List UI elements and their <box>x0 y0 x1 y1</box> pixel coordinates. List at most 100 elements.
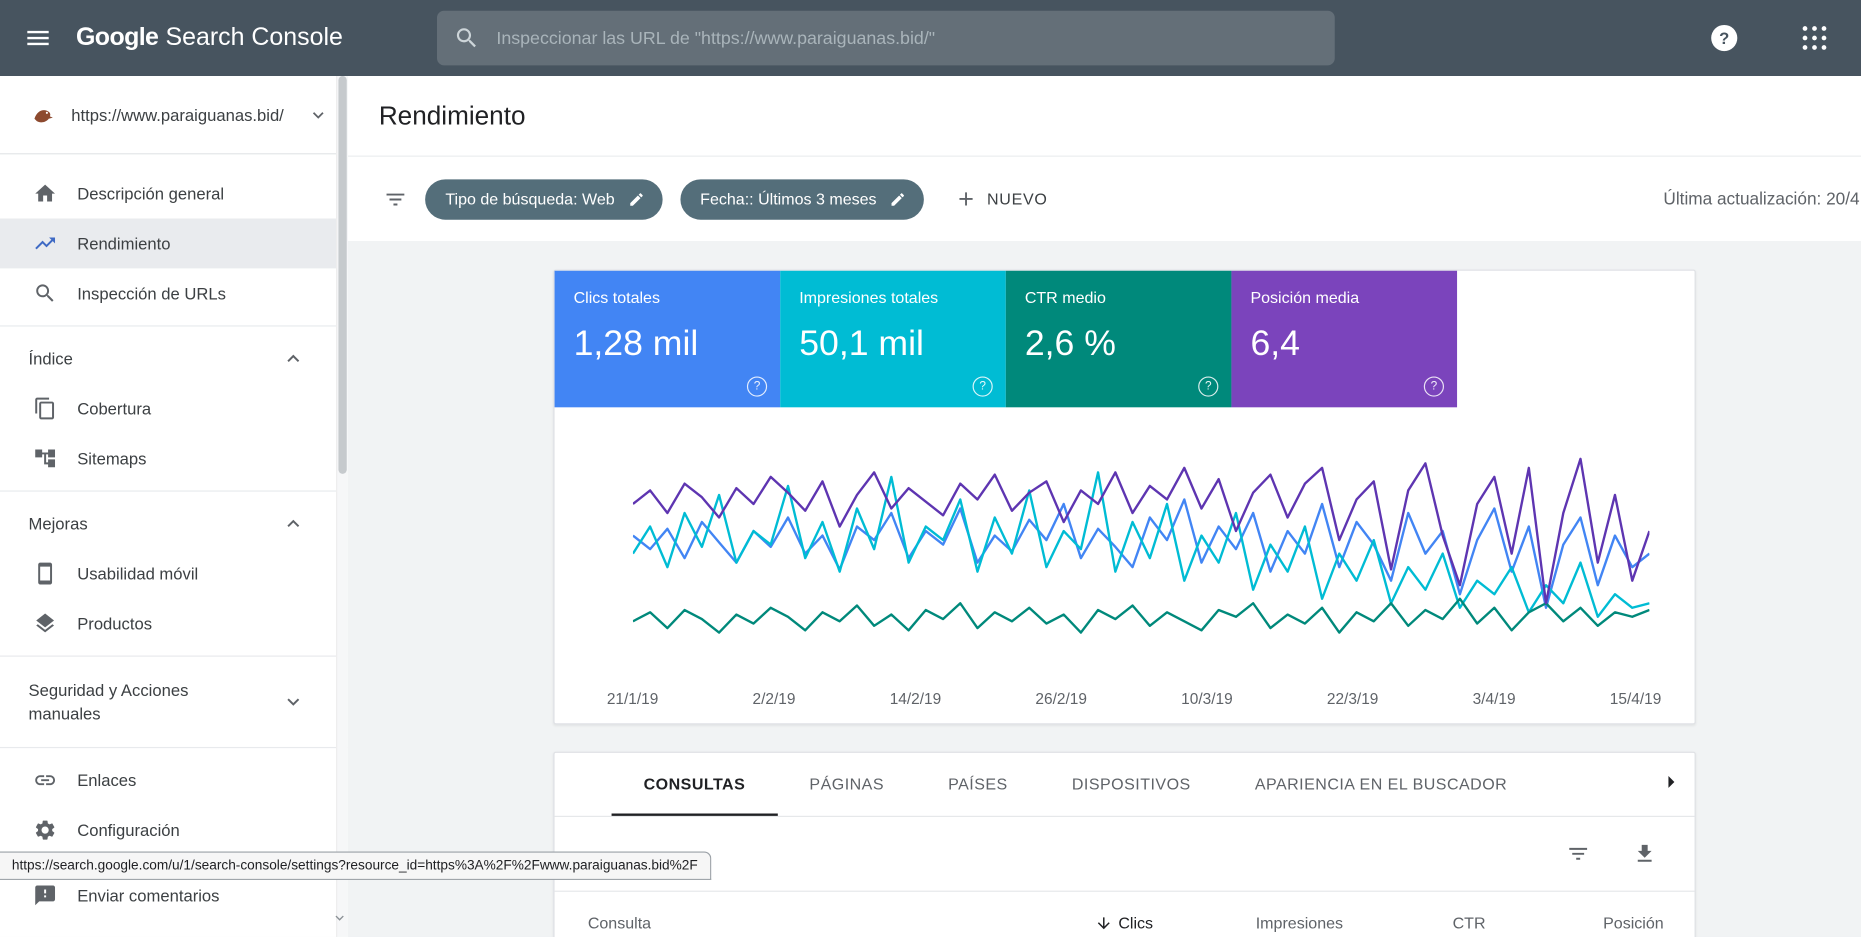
links-icon <box>35 775 56 786</box>
metric-value: 1,28 mil <box>573 324 699 364</box>
x-tick: 10/3/19 <box>1181 689 1233 708</box>
metric-cards: Clics totales 1,28 mil ? Impresiones tot… <box>554 270 1695 408</box>
sidebar-item-label: Rendimiento <box>77 233 171 253</box>
scrollbar-thumb[interactable] <box>338 76 347 474</box>
sidebar-section-index[interactable]: Índice <box>0 334 348 384</box>
help-icon[interactable]: ? <box>972 376 993 397</box>
metric-value: 2,6 % <box>1024 324 1116 364</box>
sidebar-item-settings[interactable]: Configuración <box>0 805 348 855</box>
x-tick: 15/4/19 <box>1609 689 1662 708</box>
col-header-position[interactable]: Posición <box>1486 914 1664 932</box>
dimensions-panel: CONSULTAS PÁGINAS PAÍSES DISPOSITIVOS AP… <box>553 751 1696 937</box>
table-header-row: Consulta Clics Impresiones CTR Posición <box>554 890 1695 937</box>
chevron-down-icon <box>312 111 324 119</box>
section-label: Índice <box>28 349 73 369</box>
x-tick: 21/1/19 <box>606 689 659 708</box>
sidebar: https://www.paraiguanas.bid/ Descripción… <box>0 76 348 937</box>
sidebar-item-coverage[interactable]: Cobertura <box>0 384 348 434</box>
apps-grid-icon[interactable] <box>1802 26 1827 50</box>
chevron-up-icon <box>287 519 300 528</box>
sidebar-section-enhancements[interactable]: Mejoras <box>0 499 348 549</box>
date-range-chip[interactable]: Fecha:: Últimos 3 meses <box>679 178 925 220</box>
scroll-down-icon[interactable] <box>331 910 348 933</box>
metric-card-ctr[interactable]: CTR medio 2,6 % ? <box>1005 270 1232 408</box>
site-favicon <box>34 109 53 122</box>
sidebar-item-label: Enlaces <box>77 770 137 790</box>
tab-apariencia[interactable]: APARIENCIA EN EL BUSCADOR <box>1223 753 1540 816</box>
top-bar: Google Search Console ? <box>0 0 1861 76</box>
pencil-icon <box>629 192 643 206</box>
col-header-query[interactable]: Consulta <box>588 914 975 932</box>
logo-google: Google <box>76 23 159 52</box>
tabs-overflow-arrow-icon[interactable] <box>1657 767 1686 801</box>
help-icon[interactable]: ? <box>1423 376 1444 397</box>
sidebar-item-performance[interactable]: Rendimiento <box>0 218 348 269</box>
tab-paginas[interactable]: PÁGINAS <box>777 753 916 816</box>
last-update-text: Última actualización: 20/4 <box>1663 189 1860 209</box>
sitemaps-icon <box>35 449 56 468</box>
sidebar-item-label: Descripción general <box>77 184 225 204</box>
plus-icon <box>959 192 973 206</box>
chart-area <box>633 445 1650 671</box>
sidebar-item-links[interactable]: Enlaces <box>0 755 348 805</box>
sidebar-scrollbar[interactable] <box>336 76 348 937</box>
gear-icon <box>35 820 55 840</box>
new-filter-button[interactable]: NUEVO <box>955 188 1048 211</box>
property-url: https://www.paraiguanas.bid/ <box>71 105 284 125</box>
sidebar-item-sitemaps[interactable]: Sitemaps <box>0 433 348 483</box>
help-icon[interactable]: ? <box>1711 24 1738 52</box>
sidebar-item-overview[interactable]: Descripción general <box>0 169 348 219</box>
x-tick: 3/4/19 <box>1472 689 1516 708</box>
chart-x-axis: 21/1/19 2/2/19 14/2/19 26/2/19 10/3/19 2… <box>607 690 1662 708</box>
app-logo: Google Search Console <box>76 24 343 53</box>
divider <box>0 655 348 657</box>
divider <box>0 746 348 749</box>
mobile-icon <box>38 562 53 585</box>
sidebar-item-url-inspection[interactable]: Inspección de URLs <box>0 268 348 318</box>
coverage-icon <box>35 397 55 420</box>
sidebar-item-label: Sitemaps <box>77 448 147 468</box>
divider <box>0 325 348 327</box>
x-tick: 14/2/19 <box>889 689 942 708</box>
metric-label: Impresiones totales <box>799 288 939 307</box>
search-icon <box>36 284 54 302</box>
logo-search-console: Search Console <box>165 23 343 52</box>
chevron-down-icon <box>287 698 300 706</box>
performance-icon <box>35 237 56 250</box>
feedback-icon <box>35 885 56 906</box>
tab-dispositivos[interactable]: DISPOSITIVOS <box>1040 753 1223 816</box>
col-header-clicks[interactable]: Clics <box>975 914 1153 932</box>
metric-card-clicks[interactable]: Clics totales 1,28 mil ? <box>554 270 781 408</box>
sidebar-item-mobile-usability[interactable]: Usabilidad móvil <box>0 549 348 599</box>
download-icon[interactable] <box>1633 842 1657 866</box>
tab-paises[interactable]: PAÍSES <box>916 753 1040 816</box>
sidebar-item-products[interactable]: Productos <box>0 599 348 649</box>
sidebar-item-label: Productos <box>77 613 153 633</box>
col-header-ctr[interactable]: CTR <box>1343 914 1486 932</box>
filter-icon[interactable] <box>384 187 408 211</box>
search-type-chip[interactable]: Tipo de búsqueda: Web <box>425 178 663 220</box>
metric-card-impressions[interactable]: Impresiones totales 50,1 mil ? <box>780 270 1006 408</box>
url-inspection-searchbar[interactable] <box>437 10 1335 66</box>
property-selector[interactable]: https://www.paraiguanas.bid/ <box>0 76 348 155</box>
x-tick: 2/2/19 <box>752 689 796 708</box>
x-tick: 26/2/19 <box>1035 689 1087 708</box>
x-tick: 22/3/19 <box>1326 689 1379 708</box>
help-icon[interactable]: ? <box>1198 376 1219 397</box>
metric-label: Posición media <box>1250 288 1360 307</box>
col-header-impressions[interactable]: Impresiones <box>1153 914 1343 932</box>
main-content: Rendimiento Tipo de búsqueda: Web Fecha:… <box>347 76 1861 937</box>
menu-icon[interactable] <box>24 24 53 53</box>
sidebar-section-security[interactable]: Seguridad y Acciones manuales <box>0 664 348 740</box>
sidebar-item-label: Cobertura <box>77 399 152 418</box>
table-toolbar <box>555 817 1695 891</box>
search-input[interactable] <box>494 26 1319 50</box>
status-bar-url: https://search.google.com/u/1/search-con… <box>0 851 711 880</box>
metric-card-position[interactable]: Posición media 6,4 ? <box>1231 270 1458 408</box>
help-icon[interactable]: ? <box>746 376 768 397</box>
metric-value: 6,4 <box>1250 324 1300 364</box>
chip-label: Fecha:: Últimos 3 meses <box>700 190 877 208</box>
tab-consultas[interactable]: CONSULTAS <box>612 753 778 816</box>
sidebar-item-label: Enviar comentarios <box>77 885 220 905</box>
filter-icon[interactable] <box>1566 842 1590 866</box>
